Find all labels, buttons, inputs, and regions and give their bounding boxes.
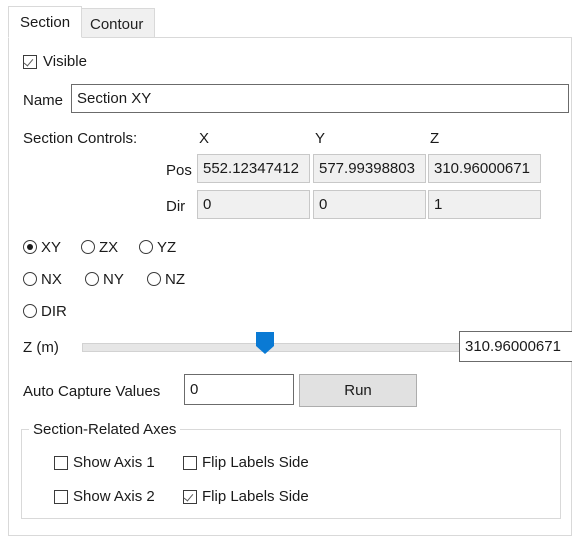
visible-label: Visible <box>43 53 87 70</box>
radio-ny-label: NY <box>103 271 124 288</box>
show-axis-1-checkbox[interactable] <box>54 456 68 470</box>
slider-thumb-body <box>256 332 274 346</box>
radio-nz-label: NZ <box>165 271 185 288</box>
section-panel: Visible Name Section XY Section Controls… <box>8 37 572 536</box>
tab-contour-label: Contour <box>90 16 144 33</box>
tab-section-label: Section <box>20 14 71 31</box>
column-header-z: Z <box>430 130 440 147</box>
flip-labels-side-1-label: Flip Labels Side <box>202 454 309 471</box>
show-axis-1-label: Show Axis 1 <box>73 454 155 471</box>
flip-labels-side-2-checkbox[interactable] <box>183 490 197 504</box>
name-input[interactable]: Section XY <box>71 84 569 113</box>
pos-z-input[interactable]: 310.96000671 <box>428 154 541 183</box>
show-axis-2-label: Show Axis 2 <box>73 488 155 505</box>
dir-y-input[interactable]: 0 <box>313 190 426 219</box>
radio-zx[interactable] <box>81 240 95 254</box>
radio-dir-label: DIR <box>41 303 67 320</box>
radio-nz[interactable] <box>147 272 161 286</box>
radio-zx-label: ZX <box>99 239 119 256</box>
slider-label: Z (m) <box>23 339 59 356</box>
name-label: Name <box>23 92 64 109</box>
pos-x-input[interactable]: 552.12347412 <box>197 154 310 183</box>
visible-checkbox[interactable] <box>23 55 37 69</box>
dir-row-label: Dir <box>166 198 186 215</box>
dir-z-input[interactable]: 1 <box>428 190 541 219</box>
column-header-y: Y <box>315 130 326 147</box>
show-axis-2-checkbox[interactable] <box>54 490 68 504</box>
radio-xy[interactable] <box>23 240 37 254</box>
section-controls-label: Section Controls: <box>23 130 138 147</box>
flip-labels-side-2-label: Flip Labels Side <box>202 488 309 505</box>
dir-x-input[interactable]: 0 <box>197 190 310 219</box>
slider-value-input[interactable]: 310.96000671 <box>459 331 572 362</box>
tab-section[interactable]: Section <box>8 6 83 38</box>
tab-contour[interactable]: Contour <box>78 8 156 38</box>
flip-labels-side-1-checkbox[interactable] <box>183 456 197 470</box>
radio-dir[interactable] <box>23 304 37 318</box>
slider-thumb-tip <box>256 346 274 354</box>
pos-y-input[interactable]: 577.99398803 <box>313 154 426 183</box>
tab-bar: Section Contour <box>0 0 572 38</box>
auto-capture-label: Auto Capture Values <box>23 383 161 400</box>
radio-nx[interactable] <box>23 272 37 286</box>
column-header-x: X <box>199 130 210 147</box>
radio-yz[interactable] <box>139 240 153 254</box>
radio-ny[interactable] <box>85 272 99 286</box>
radio-nx-label: NX <box>41 271 62 288</box>
radio-xy-label: XY <box>41 239 62 256</box>
pos-row-label: Pos <box>166 162 192 179</box>
auto-capture-input[interactable]: 0 <box>184 374 294 405</box>
section-related-axes-title: Section-Related Axes <box>29 422 181 438</box>
run-button[interactable]: Run <box>299 374 417 407</box>
slider-thumb[interactable] <box>256 332 274 354</box>
radio-yz-label: YZ <box>157 239 177 256</box>
